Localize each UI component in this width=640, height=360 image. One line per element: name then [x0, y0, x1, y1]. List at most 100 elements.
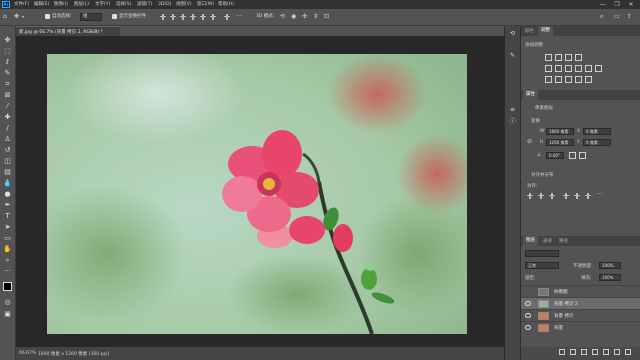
flip-vertical-icon[interactable] [579, 152, 586, 159]
gradient-map-icon[interactable] [585, 76, 592, 83]
menu-layer[interactable]: 图层(L) [74, 1, 89, 8]
channel-mixer-icon[interactable] [595, 65, 602, 72]
new-layer-icon[interactable] [614, 349, 620, 355]
properties-dock-icon[interactable]: ≡ [508, 106, 517, 114]
3d-pan-icon[interactable]: ✣ [302, 13, 307, 21]
eraser-tool-icon[interactable]: ◫ [3, 157, 12, 165]
brush-tool-icon[interactable]: ∕ [3, 124, 12, 132]
3d-slide-icon[interactable]: ⇕ [313, 13, 318, 21]
move-tool-icon[interactable]: ✥ [14, 13, 19, 21]
curves-icon[interactable] [565, 54, 572, 61]
fill-field[interactable]: 100% [599, 274, 621, 281]
show-transform-checkbox[interactable] [112, 14, 117, 19]
trash-icon[interactable] [625, 349, 631, 355]
panel-align-middle-icon[interactable] [574, 193, 580, 199]
document-canvas-image[interactable] [47, 54, 467, 334]
align-top-icon[interactable] [190, 14, 196, 20]
crop-tool-icon[interactable]: ⌗ [3, 80, 12, 88]
color-balance-icon[interactable] [565, 65, 572, 72]
blend-mode-dropdown[interactable]: 正常 [525, 262, 559, 269]
black-white-icon[interactable] [575, 65, 582, 72]
menu-help[interactable]: 帮助(H) [218, 1, 234, 8]
share-icon[interactable]: ⇪ [627, 13, 632, 21]
tab-channels[interactable]: 通道 [543, 238, 552, 244]
link-icon[interactable]: ⊘ [527, 138, 532, 145]
hand-tool-icon[interactable]: ✋ [3, 245, 12, 253]
eye-icon[interactable] [525, 325, 531, 330]
brightness-icon[interactable] [545, 54, 552, 61]
link-layers-icon[interactable] [559, 349, 565, 355]
hue-saturation-icon[interactable] [555, 65, 562, 72]
history-panel-icon[interactable]: ⟲ [508, 30, 517, 38]
pen-tool-icon[interactable]: ✒ [3, 201, 12, 209]
clone-stamp-tool-icon[interactable]: ♙ [3, 135, 12, 143]
menu-filter[interactable]: 滤镜(T) [137, 1, 152, 8]
invert-icon[interactable] [545, 76, 552, 83]
foreground-color-swatch[interactable] [3, 282, 12, 291]
add-mask-icon[interactable] [581, 349, 587, 355]
info-dock-icon[interactable]: ⓘ [508, 118, 517, 126]
layer-filter-field[interactable] [525, 250, 559, 257]
align-right-icon[interactable] [180, 14, 186, 20]
adjustment-layer-icon[interactable] [592, 349, 598, 355]
search-icon[interactable]: ⌕ [600, 13, 603, 21]
minimize-button[interactable]: — [596, 0, 610, 9]
exposure-icon[interactable] [575, 54, 582, 61]
eye-icon[interactable] [525, 301, 531, 306]
move-tool-icon[interactable]: ✥ [3, 36, 12, 44]
x-field[interactable]: 0 像素 [583, 128, 611, 135]
brush-settings-icon[interactable]: ✎ [508, 52, 517, 60]
panel-align-left-icon[interactable] [527, 193, 533, 199]
blur-tool-icon[interactable]: 💧 [3, 179, 12, 187]
menu-view[interactable]: 视图(V) [176, 1, 192, 8]
workspace-icon[interactable]: ▭ [614, 13, 620, 21]
photo-filter-icon[interactable] [585, 65, 592, 72]
vibrance-icon[interactable] [545, 65, 552, 72]
panel-more-icon[interactable]: ··· [597, 191, 603, 198]
posterize-icon[interactable] [555, 76, 562, 83]
lasso-tool-icon[interactable]: ℓ [3, 58, 12, 66]
layer-row[interactable]: 背景 [521, 321, 640, 334]
menu-file[interactable]: 文件(F) [14, 1, 29, 8]
auto-select-checkbox[interactable] [45, 14, 50, 19]
menu-type[interactable]: 文字(Y) [95, 1, 110, 8]
flip-horizontal-icon[interactable] [569, 152, 576, 159]
new-group-icon[interactable] [603, 349, 609, 355]
threshold-icon[interactable] [565, 76, 572, 83]
tab-properties[interactable]: 属性 [523, 90, 538, 100]
angle-field[interactable]: 0.00° [546, 152, 564, 159]
panel-align-bottom-icon[interactable] [585, 193, 591, 199]
screen-mode-icon[interactable]: ▣ [3, 310, 12, 318]
auto-select-dropdown[interactable]: 组 [80, 13, 102, 21]
eye-icon[interactable] [525, 313, 531, 318]
maximize-button[interactable]: ❐ [610, 0, 624, 9]
eyedropper-tool-icon[interactable]: ⁄ [3, 102, 12, 110]
distribute-icon[interactable] [224, 14, 230, 20]
menu-image[interactable]: 图像(I) [54, 1, 68, 8]
quick-select-tool-icon[interactable]: ✎ [3, 69, 12, 77]
quick-mask-icon[interactable]: ◎ [3, 298, 12, 306]
history-brush-tool-icon[interactable]: ↺ [3, 146, 12, 154]
3d-scale-icon[interactable]: ⊡ [324, 13, 329, 21]
layer-style-icon[interactable] [570, 349, 576, 355]
more-options-icon[interactable]: ··· [236, 13, 242, 21]
panel-align-center-icon[interactable] [538, 193, 544, 199]
path-select-tool-icon[interactable]: ➤ [3, 223, 12, 231]
document-info[interactable]: 1890 像素 x 1260 像素 (300 ppi) [38, 351, 109, 357]
align-hcenter-icon[interactable] [170, 14, 176, 20]
tab-paths[interactable]: 路径 [559, 238, 568, 244]
width-field[interactable]: 1890 像素 [546, 128, 574, 135]
align-bottom-icon[interactable] [210, 14, 216, 20]
levels-icon[interactable] [555, 54, 562, 61]
more-tools-icon[interactable]: ··· [3, 267, 12, 275]
menu-window[interactable]: 窗口(W) [197, 1, 214, 8]
align-vcenter-icon[interactable] [200, 14, 206, 20]
healing-brush-tool-icon[interactable]: ✚ [3, 113, 12, 121]
rectangle-tool-icon[interactable]: ▭ [3, 234, 12, 242]
frame-tool-icon[interactable]: ⊠ [3, 91, 12, 99]
3d-orbit-icon[interactable]: ⟲ [280, 13, 285, 21]
tab-color[interactable]: 颜色 [525, 28, 534, 34]
opacity-field[interactable]: 100% [599, 262, 621, 269]
align-left-icon[interactable] [160, 14, 166, 20]
height-field[interactable]: 1260 像素 [546, 139, 574, 146]
